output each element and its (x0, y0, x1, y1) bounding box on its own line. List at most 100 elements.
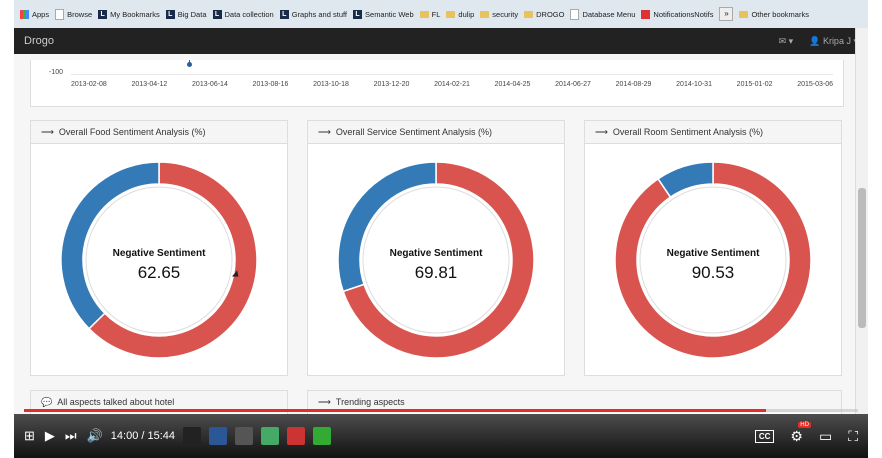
page-icon (55, 8, 65, 20)
bookmark-data-collection[interactable]: L Data collection (212, 9, 274, 19)
captions-button[interactable]: CC (754, 429, 775, 443)
l-icon: L (212, 9, 222, 19)
bookmark-label: My Bookmarks (110, 9, 160, 19)
service-sentiment-panel: ⟶ Overall Service Sentiment Analysis (%) … (307, 120, 565, 376)
browser-frame: Apps Browse L My Bookmarks L Big Data L Dat… (14, 0, 868, 458)
bookmark-label: Data collection (224, 9, 274, 19)
donut-center-value: 69.81 (414, 263, 458, 282)
x-axis-tick: 2014-08-29 (615, 81, 652, 88)
l-icon: L (165, 9, 175, 19)
top-navbar: Drogo ✉ ▾ 👤 Kripa J ▾ (14, 28, 868, 54)
bookmark-database-menu[interactable]: Database Menu (570, 8, 635, 20)
fullscreen-icon[interactable]: ⛶ (848, 428, 858, 445)
panel-heading: ⟶ Overall Food Sentiment Analysis (%) (31, 121, 287, 144)
bookmark-label: Semantic Web (365, 9, 414, 19)
theater-mode-icon[interactable]: ▭ (819, 428, 832, 445)
x-axis-tick: 2014-04-25 (494, 81, 531, 88)
bookmark-drogo[interactable]: DROGO (524, 10, 564, 19)
bookmark-dulip[interactable]: dulip (446, 10, 474, 19)
video-progress-bar[interactable] (24, 409, 858, 412)
data-point[interactable] (187, 62, 192, 67)
word-icon[interactable] (209, 427, 228, 445)
x-axis-tick: 2014-10-31 (676, 81, 712, 88)
scrollbar-thumb[interactable] (858, 188, 866, 328)
bookmark-label: Browse (67, 9, 93, 19)
settings-gear-icon[interactable]: ⚙ HD (790, 421, 811, 445)
bookmark-fl[interactable]: FL (419, 9, 441, 19)
x-axis-ticks: 2013-02-08 2013-04-12 2013-06-14 2013-08-16… (71, 81, 833, 88)
taskbar-app-icon[interactable] (235, 427, 254, 445)
apps-icon (20, 9, 29, 19)
panel-title: Trending aspects (335, 397, 405, 407)
x-axis-tick: 2013-02-08 (71, 81, 107, 88)
donut-slice-positive[interactable] (657, 161, 714, 199)
l-icon: L (98, 9, 108, 19)
arrow-right-icon: ⟶ (595, 126, 608, 137)
folder-icon (524, 10, 534, 18)
arrow-right-icon: ⟶ (318, 396, 331, 407)
navbar-right: ✉ ▾ 👤 Kripa J ▾ (779, 36, 858, 47)
bookmark-semantic-web[interactable]: L Semantic Web (353, 9, 414, 19)
bookmark-big-data[interactable]: L Big Data (165, 9, 207, 19)
brand-link[interactable]: Drogo (24, 35, 54, 47)
donut-center-label: Negative Sentiment (389, 248, 483, 259)
user-dropdown[interactable]: 👤 Kripa J ▾ (809, 36, 858, 47)
donut-chart-room: Negative Sentiment 90.53 (585, 144, 841, 376)
donut-svg (60, 161, 258, 359)
l-icon: L (353, 9, 363, 19)
caret-down-icon: ▾ (788, 35, 794, 46)
next-icon[interactable]: ⏭ (65, 428, 77, 444)
gridline (71, 74, 833, 75)
bookmark-label: Big Data (177, 9, 207, 19)
donut-chart-food: Negative Sentiment 62.65 (31, 144, 287, 376)
arrow-right-icon: ⟶ (41, 126, 54, 137)
page-scrollbar[interactable] (855, 28, 868, 414)
bookmark-browse[interactable]: Browse (55, 8, 93, 20)
taskbar-app-icon[interactable] (313, 427, 332, 445)
windows-start-icon[interactable]: ⊞ (24, 428, 35, 444)
donut-chart-service: Negative Sentiment 69.81 (308, 144, 564, 376)
donut-inner-ring (639, 186, 787, 334)
donut-slice-negative[interactable] (614, 161, 812, 359)
folder-icon (419, 10, 429, 18)
comments-icon: 💬 (41, 396, 53, 407)
bookmark-my-bookmarks[interactable]: L My Bookmarks (98, 9, 160, 19)
donut-center-label: Negative Sentiment (666, 248, 760, 259)
panel-title: Overall Room Sentiment Analysis (%) (612, 127, 763, 137)
donut-center-value: 62.65 (137, 263, 181, 282)
notification-icon (641, 9, 651, 19)
y-axis-tick: -100 (49, 69, 64, 76)
donut-slice-positive[interactable] (60, 161, 160, 330)
panel-heading: ⟶ Overall Service Sentiment Analysis (%) (308, 121, 564, 144)
donut-center-label: Negative Sentiment (112, 248, 206, 259)
donut-inner-ring (362, 186, 510, 334)
bookmark-apps[interactable]: Apps (20, 9, 49, 19)
volume-icon[interactable]: 🔊 (87, 428, 103, 444)
x-axis-tick: 2013-12-20 (373, 81, 410, 88)
bookmarks-bar: Apps Browse L My Bookmarks L Big Data L Dat… (14, 0, 868, 29)
bookmark-security[interactable]: security (480, 10, 518, 19)
donut-svg (337, 161, 535, 359)
play-icon[interactable]: ▶ (45, 428, 55, 444)
bookmark-label: FL (431, 9, 441, 19)
mail-dropdown[interactable]: ✉ ▾ (779, 36, 794, 47)
powerpoint-icon[interactable] (287, 427, 306, 445)
donut-svg (614, 161, 812, 359)
x-axis-tick: 2013-06-14 (192, 81, 228, 88)
bookmark-label: NotificationsNotifs (653, 9, 714, 19)
food-sentiment-panel: ⟶ Overall Food Sentiment Analysis (%) Neg… (30, 120, 288, 376)
taskbar-app-icon[interactable] (183, 427, 202, 445)
more-bookmarks-chevron-icon[interactable]: » (719, 7, 734, 21)
bookmark-graphs[interactable]: L Graphs and stuff (279, 9, 347, 19)
bookmark-notifications[interactable]: NotificationsNotifs (641, 9, 714, 19)
user-icon: 👤 (809, 35, 821, 46)
folder-icon (446, 10, 456, 18)
bookmark-other[interactable]: Other bookmarks (739, 10, 809, 19)
panel-title: Overall Food Sentiment Analysis (%) (58, 127, 206, 137)
folder-icon (480, 10, 490, 18)
taskbar-app-icon[interactable] (261, 427, 280, 445)
x-axis-tick: 2013-04-12 (131, 81, 168, 88)
x-axis-tick: 2013-08-16 (252, 81, 289, 88)
x-axis-tick: 2015-03-06 (797, 81, 833, 88)
x-axis-tick: 2014-06-27 (555, 81, 591, 88)
